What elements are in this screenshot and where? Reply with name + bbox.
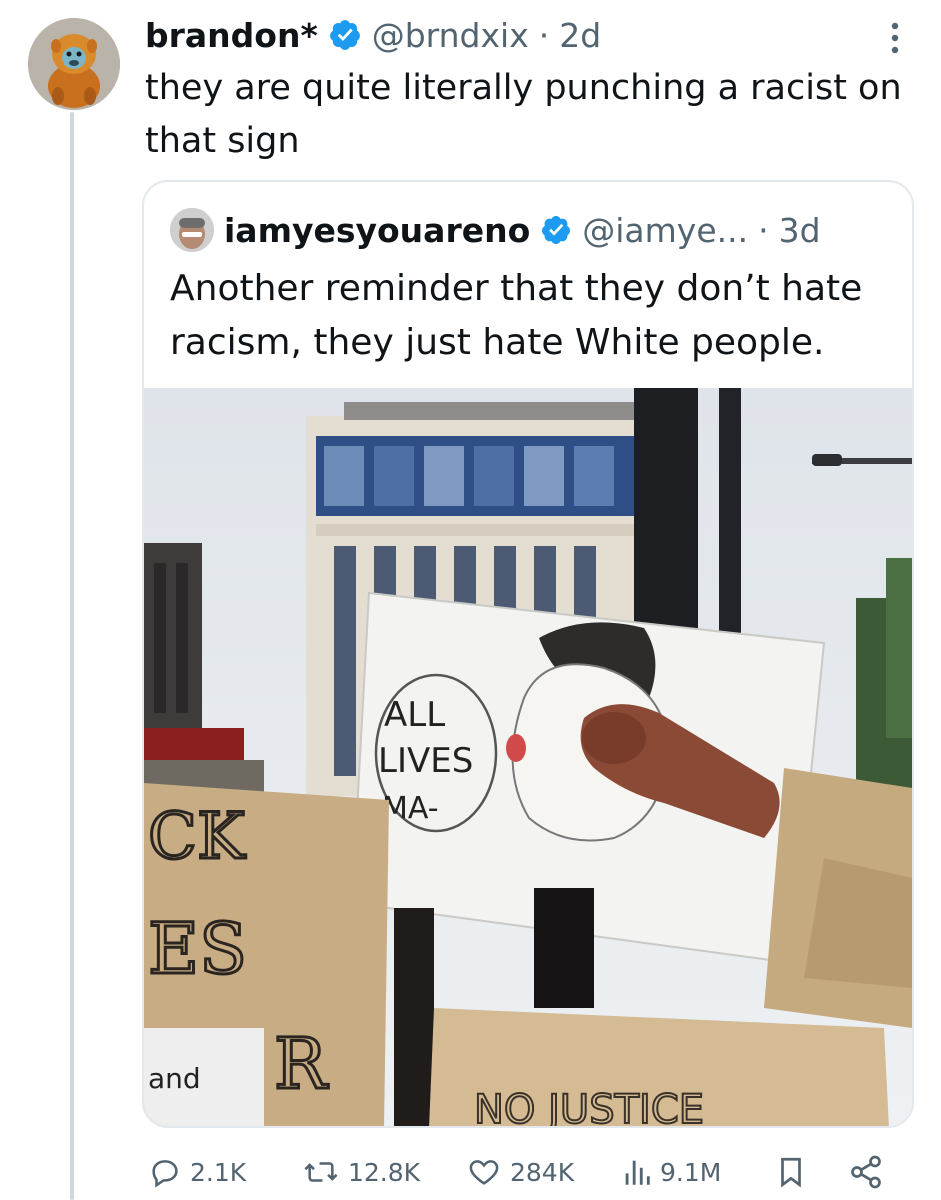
bookmark-button[interactable] [776, 1152, 806, 1192]
left-sign-line-1: CK [148, 800, 246, 874]
bubble-line-2: LIVES [378, 741, 473, 781]
repost-icon [304, 1162, 338, 1182]
views-button[interactable]: 9.1M [622, 1152, 721, 1192]
views-icon [625, 1160, 650, 1185]
author-avatar[interactable] [28, 18, 120, 110]
views-count: 9.1M [660, 1157, 722, 1187]
reply-icon [152, 1160, 178, 1188]
protest-photo-illustration: ALL LIVES MA- CK ES R and NO JUSTICE [144, 388, 912, 1128]
left-sign-line-2: ES [148, 908, 247, 990]
protest-sign-photo[interactable]: ALL LIVES MA- CK ES R and NO JUSTICE [144, 388, 912, 1128]
thread-connector-line [70, 112, 74, 1200]
tweet-header: brandon* @brndxix · 2d [145, 12, 601, 58]
author-name[interactable]: brandon* [145, 16, 318, 55]
reply-count: 2.1K [190, 1157, 247, 1187]
tweet-timestamp[interactable]: 2d [559, 16, 601, 55]
separator-dot: · [538, 15, 550, 55]
quoted-tweet-timestamp[interactable]: 3d [779, 211, 821, 250]
quoted-avatar-image [170, 208, 214, 252]
share-icon [851, 1155, 881, 1189]
quoted-author-name[interactable]: iamyesyouareno [224, 211, 530, 250]
tweet-actions-bar: 2.1K 12.8K 284K 9.1M [142, 1140, 922, 1200]
small-card-text: and [148, 1062, 201, 1095]
quoted-author-handle[interactable]: @iamye... [582, 211, 748, 250]
quoted-tweet-header: iamyesyouareno @iamye... · 3d [170, 208, 821, 252]
verified-badge-icon[interactable] [540, 214, 572, 246]
reply-button[interactable]: 2.1K [148, 1152, 246, 1192]
author-handle[interactable]: @brndxix [372, 16, 529, 55]
quoted-tweet-card[interactable]: iamyesyouareno @iamye... · 3d Another re… [142, 180, 914, 1128]
bubble-line-3: MA- [382, 791, 439, 826]
like-icon [469, 1160, 499, 1185]
tweet-text: they are quite literally punching a raci… [145, 68, 902, 161]
separator-dot: · [758, 210, 769, 250]
quoted-tweet-text: Another reminder that they don’t hate ra… [170, 268, 863, 363]
quoted-author-avatar[interactable] [170, 208, 214, 252]
like-button[interactable]: 284K [466, 1152, 574, 1192]
golden-monkey-avatar-image [28, 18, 120, 110]
bookmark-icon [781, 1157, 801, 1188]
repost-button[interactable]: 12.8K [302, 1152, 420, 1192]
bottom-sign-text: NO JUSTICE [474, 1087, 704, 1128]
left-sign-line-3: R [274, 1023, 329, 1105]
more-options-icon[interactable] [884, 20, 906, 56]
repost-count: 12.8K [348, 1157, 421, 1187]
verified-badge-icon[interactable] [328, 18, 362, 52]
like-count: 284K [510, 1157, 575, 1187]
share-button[interactable] [848, 1152, 884, 1192]
bubble-line-1: ALL [384, 695, 445, 735]
